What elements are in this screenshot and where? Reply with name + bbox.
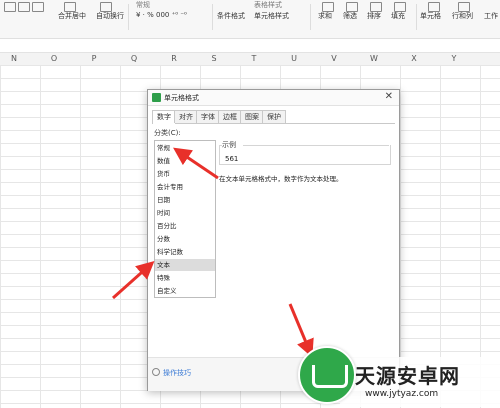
list-item-scientific[interactable]: 科学记数 (155, 246, 215, 258)
merge-button[interactable]: 合并居中 (58, 11, 86, 21)
tab-border[interactable]: 边框 (218, 110, 242, 123)
column-header[interactable]: N (11, 54, 17, 63)
tab-protection[interactable]: 保护 (262, 110, 286, 123)
align-right-icon[interactable] (32, 2, 44, 12)
dialog-title: 单元格格式 (164, 94, 199, 102)
tab-number[interactable]: 数字 (152, 110, 176, 124)
play-icon[interactable] (152, 368, 160, 376)
list-item-accounting[interactable]: 会计专用 (155, 181, 215, 193)
conditional-format-button[interactable]: 条件格式 (217, 11, 245, 21)
list-item-text[interactable]: 文本 (155, 259, 215, 271)
list-item-currency[interactable]: 货币 (155, 168, 215, 180)
tab-font[interactable]: 字体 (196, 110, 220, 123)
cell-style-button[interactable]: 单元格样式 (254, 11, 289, 21)
divider (128, 4, 129, 30)
list-item-custom[interactable]: 自定义 (155, 285, 215, 297)
list-item-time[interactable]: 时间 (155, 207, 215, 219)
cell-button[interactable]: 单元格 (420, 11, 441, 21)
app-icon (152, 93, 161, 102)
category-label: 分类(C): (154, 129, 181, 137)
table-style-button[interactable]: 表格样式 (254, 0, 282, 10)
column-header[interactable]: S (211, 54, 216, 63)
category-list[interactable]: 常规 数值 货币 会计专用 日期 时间 百分比 分数 科学记数 文本 特殊 自定… (154, 140, 216, 298)
sample-value: 561 (225, 155, 239, 163)
list-item-date[interactable]: 日期 (155, 194, 215, 206)
tab-alignment[interactable]: 对齐 (174, 110, 198, 123)
column-header[interactable]: P (92, 54, 97, 63)
watermark-name: 天源安卓网 (355, 364, 460, 388)
dialog-tabs: 数字 对齐 字体 边框 图案 保护 (152, 110, 395, 124)
rowcol-button[interactable]: 行和列 (452, 11, 473, 21)
column-header[interactable]: Q (131, 54, 137, 63)
divider (416, 4, 417, 30)
sample-frame (219, 145, 391, 165)
number-format-select[interactable]: 常规 (136, 0, 150, 10)
sort-button[interactable]: 排序 (367, 11, 381, 21)
column-header[interactable]: U (291, 54, 297, 63)
watermark-logo-icon (298, 346, 356, 404)
column-header[interactable]: T (252, 54, 257, 63)
sum-button[interactable]: 求和 (318, 11, 332, 21)
format-description: 在文本单元格格式中，数字作为文本处理。 (219, 175, 343, 183)
number-format-buttons[interactable]: ¥ · % 000 ⁺⁰ ⁻⁰ (136, 11, 187, 19)
column-header[interactable]: X (411, 54, 416, 63)
column-header[interactable]: Y (452, 54, 457, 63)
tab-pattern[interactable]: 图案 (240, 110, 264, 123)
column-header[interactable]: O (51, 54, 57, 63)
toolbar-ribbon: 合并居中 自动换行 常规 ¥ · % 000 ⁺⁰ ⁻⁰ 表格样式 条件格式 单… (0, 0, 500, 39)
column-header[interactable]: V (331, 54, 336, 63)
list-item-number[interactable]: 数值 (155, 155, 215, 167)
divider (212, 4, 213, 30)
list-item-general[interactable]: 常规 (155, 142, 215, 154)
watermark-url: www.jytyaz.com (365, 389, 439, 399)
align-left-icon[interactable] (4, 2, 16, 12)
dialog-title-bar[interactable]: 单元格格式 ✕ (148, 90, 399, 106)
worksheet-button[interactable]: 工作 (484, 11, 498, 21)
column-header-bar: N O P Q R S T U V W X Y (0, 52, 500, 66)
filter-button[interactable]: 筛选 (343, 11, 357, 21)
fill-button[interactable]: 填充 (391, 11, 405, 21)
list-item-percentage[interactable]: 百分比 (155, 220, 215, 232)
tips-link[interactable]: 操作技巧 (163, 368, 191, 378)
close-icon[interactable]: ✕ (385, 91, 393, 102)
column-header[interactable]: R (171, 54, 177, 63)
divider (310, 4, 311, 30)
align-center-icon[interactable] (18, 2, 30, 12)
sample-label: 示例 (222, 141, 236, 149)
column-header[interactable]: W (370, 54, 378, 63)
wrap-button[interactable]: 自动换行 (96, 11, 124, 21)
format-cells-dialog: 单元格格式 ✕ 数字 对齐 字体 边框 图案 保护 分类(C): 常规 数值 货… (147, 89, 400, 391)
list-item-special[interactable]: 特殊 (155, 272, 215, 284)
list-item-fraction[interactable]: 分数 (155, 233, 215, 245)
